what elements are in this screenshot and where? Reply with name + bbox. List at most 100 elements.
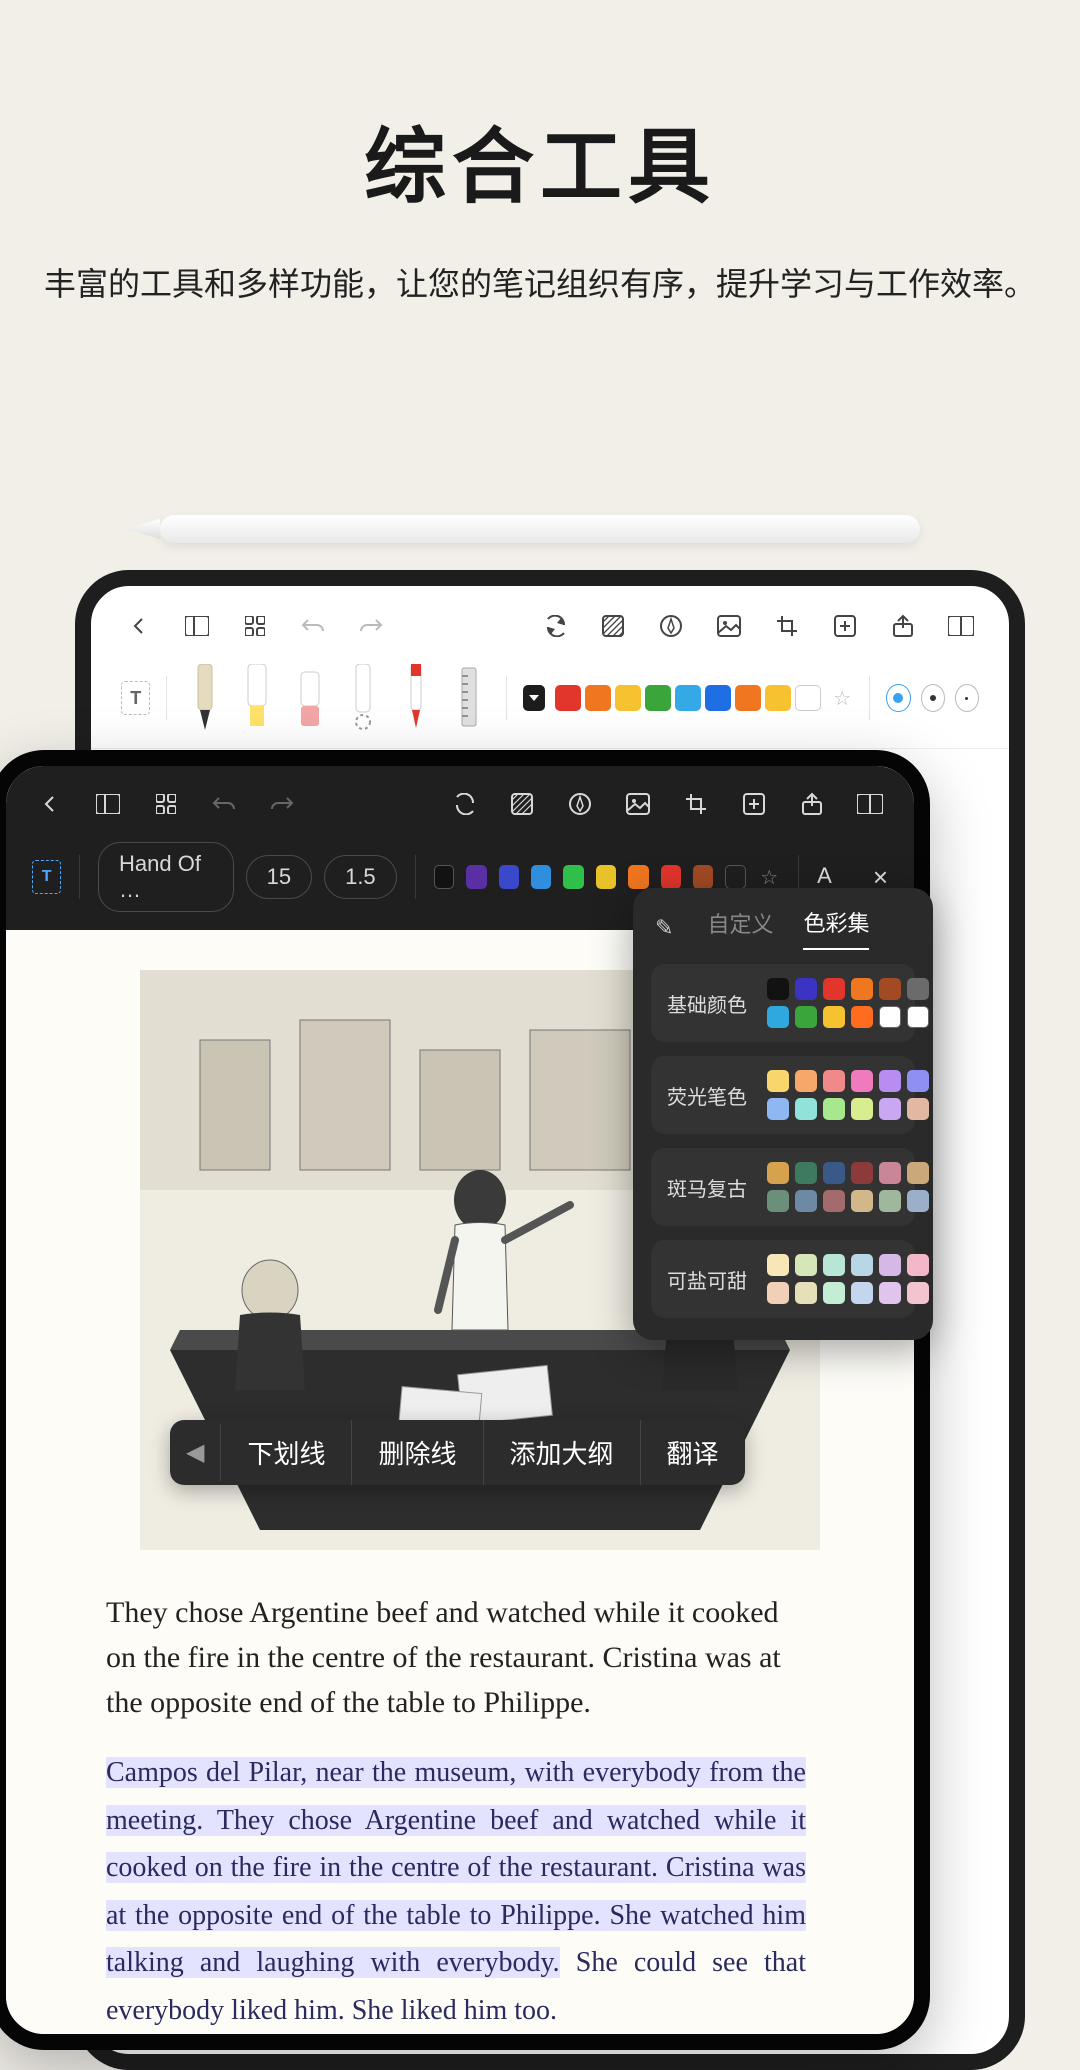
palette-swatch[interactable] — [907, 1162, 929, 1184]
palette-swatch[interactable] — [879, 1098, 901, 1120]
palette-swatch[interactable] — [795, 1162, 817, 1184]
palette-swatch[interactable] — [907, 1254, 929, 1276]
sync-icon[interactable] — [537, 608, 573, 644]
palette-swatch[interactable] — [823, 1098, 845, 1120]
palette-swatch[interactable] — [851, 1006, 873, 1028]
palette-swatch[interactable] — [907, 1006, 929, 1028]
color-swatch[interactable] — [434, 865, 455, 889]
crop-icon[interactable] — [678, 786, 714, 822]
color-swatch[interactable] — [735, 685, 761, 711]
palette-swatch[interactable] — [767, 1098, 789, 1120]
stroke-size-small[interactable] — [955, 684, 979, 712]
palette-swatch[interactable] — [823, 1282, 845, 1304]
text-tool-active[interactable]: T — [32, 860, 61, 894]
highlighted-text[interactable]: Campos del Pilar, near the museum, with … — [106, 1757, 806, 1978]
palette-swatch[interactable] — [795, 1190, 817, 1212]
palette-swatch[interactable] — [795, 1006, 817, 1028]
swatch-dropdown[interactable] — [523, 685, 545, 711]
ctx-underline[interactable]: 下划线 — [221, 1420, 352, 1485]
fountain-pen-tool[interactable] — [183, 662, 226, 734]
share-icon[interactable] — [794, 786, 830, 822]
highlighter-tool[interactable] — [236, 662, 279, 734]
stroke-size-medium[interactable] — [921, 684, 945, 712]
palette-swatch[interactable] — [879, 1282, 901, 1304]
palette-swatch[interactable] — [907, 1282, 929, 1304]
palette-swatch[interactable] — [767, 1190, 789, 1212]
palette-swatch[interactable] — [907, 978, 929, 1000]
text-tool[interactable]: T — [121, 681, 150, 715]
redo-icon[interactable] — [353, 608, 389, 644]
color-swatch[interactable] — [466, 865, 486, 889]
font-select[interactable]: Hand Of … — [98, 842, 234, 912]
stroke-size-large[interactable] — [886, 684, 910, 712]
palette-swatch[interactable] — [823, 1190, 845, 1212]
grid-icon[interactable] — [148, 786, 184, 822]
color-swatch[interactable] — [615, 685, 641, 711]
lasso-tool[interactable] — [342, 662, 385, 734]
palette-swatch[interactable] — [851, 1254, 873, 1276]
ctx-add-outline[interactable]: 添加大纲 — [484, 1420, 641, 1485]
back-icon[interactable] — [32, 786, 68, 822]
palette-swatch[interactable] — [767, 1282, 789, 1304]
handwritten-paragraph[interactable]: They chose Argentine beef and watched wh… — [106, 1590, 806, 1725]
color-swatch[interactable] — [628, 865, 648, 889]
grid-icon[interactable] — [237, 608, 273, 644]
color-swatch[interactable] — [765, 685, 791, 711]
palette-swatch[interactable] — [795, 1098, 817, 1120]
texture-icon[interactable] — [504, 786, 540, 822]
ctx-translate[interactable]: 翻译 — [641, 1420, 745, 1485]
color-swatch[interactable] — [675, 685, 701, 711]
palette-swatch[interactable] — [767, 1070, 789, 1092]
share-icon[interactable] — [885, 608, 921, 644]
favorite-color-icon[interactable]: ☆ — [758, 864, 780, 890]
split-view-icon[interactable] — [852, 786, 888, 822]
palette-swatch[interactable] — [907, 1070, 929, 1092]
menu-prev-icon[interactable]: ◀ — [170, 1424, 221, 1481]
add-page-icon[interactable] — [827, 608, 863, 644]
palette-swatch[interactable] — [851, 1282, 873, 1304]
palette-swatch[interactable] — [879, 1006, 901, 1028]
palette-swatch[interactable] — [823, 1254, 845, 1276]
color-swatch[interactable] — [563, 865, 583, 889]
palette-swatch[interactable] — [795, 978, 817, 1000]
palette-swatch[interactable] — [851, 1070, 873, 1092]
undo-icon[interactable] — [295, 608, 331, 644]
color-swatch[interactable] — [585, 685, 611, 711]
font-size-select[interactable]: 15 — [246, 855, 312, 899]
tab-custom[interactable]: 自定义 — [707, 907, 773, 949]
undo-icon[interactable] — [206, 786, 242, 822]
eraser-tool[interactable] — [289, 662, 332, 734]
ctx-strikethrough[interactable]: 删除线 — [352, 1420, 483, 1485]
printed-paragraph[interactable]: Campos del Pilar, near the museum, with … — [106, 1749, 806, 2035]
red-pen-tool[interactable] — [394, 662, 437, 734]
pen-circle-icon[interactable] — [562, 786, 598, 822]
color-swatch[interactable] — [596, 865, 616, 889]
palette-swatch[interactable] — [851, 1162, 873, 1184]
color-swatch[interactable] — [705, 685, 731, 711]
palette-swatch[interactable] — [767, 1006, 789, 1028]
image-icon[interactable] — [620, 786, 656, 822]
redo-icon[interactable] — [264, 786, 300, 822]
color-swatch[interactable] — [555, 685, 581, 711]
palette-swatch[interactable] — [851, 1098, 873, 1120]
palette-swatch[interactable] — [851, 978, 873, 1000]
ruler-tool[interactable] — [447, 662, 490, 734]
palette-swatch[interactable] — [879, 1070, 901, 1092]
palette-swatch[interactable] — [823, 1006, 845, 1028]
sidebar-icon[interactable] — [90, 786, 126, 822]
color-swatch-empty[interactable] — [725, 865, 746, 889]
tab-palette[interactable]: 色彩集 — [803, 906, 869, 950]
palette-swatch[interactable] — [851, 1190, 873, 1212]
palette-swatch[interactable] — [879, 1254, 901, 1276]
line-spacing-select[interactable]: 1.5 — [324, 855, 397, 899]
eyedropper-icon[interactable]: ✎ — [655, 915, 673, 941]
color-swatch[interactable] — [499, 865, 519, 889]
palette-swatch[interactable] — [879, 978, 901, 1000]
palette-swatch[interactable] — [795, 1282, 817, 1304]
palette-swatch[interactable] — [907, 1190, 929, 1212]
color-swatch[interactable] — [531, 865, 551, 889]
sync-icon[interactable] — [446, 786, 482, 822]
favorite-color-icon[interactable]: ☆ — [831, 685, 853, 711]
color-swatch[interactable] — [645, 685, 671, 711]
palette-swatch[interactable] — [795, 1070, 817, 1092]
